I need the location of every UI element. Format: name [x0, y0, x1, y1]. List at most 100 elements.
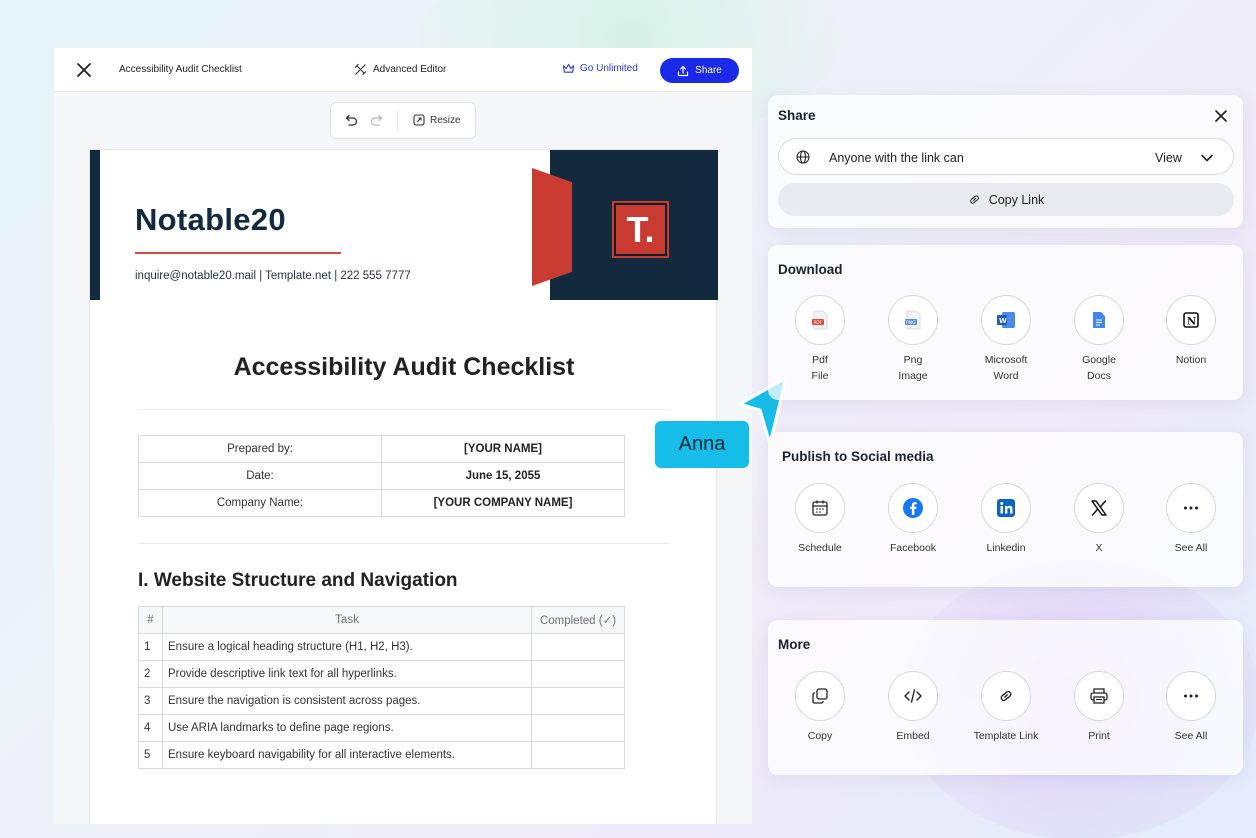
download-item-line1: Png [903, 354, 923, 366]
download-item-line1: Notion [1175, 354, 1207, 366]
social-panel: Publish to Social media Schedule Faceboo… [768, 432, 1243, 587]
undo-icon[interactable] [343, 113, 359, 129]
editor-topbar: Accessibility Audit Checklist Advanced E… [54, 48, 752, 92]
chevron-down-icon [1201, 154, 1213, 162]
svg-text:PDF: PDF [814, 320, 823, 326]
schedule-button[interactable]: Schedule [775, 483, 865, 556]
more-horizontal-icon [1166, 483, 1216, 533]
download-item-line2: File [811, 370, 829, 382]
info-label: Prepared by: [138, 435, 382, 463]
social-item-label: Facebook [889, 542, 937, 554]
go-unlimited-button[interactable]: Go Unlimited [562, 63, 638, 74]
task-text: Ensure the navigation is consistent acro… [162, 687, 532, 715]
info-value: [YOUR NAME] [381, 435, 625, 463]
pdf-icon: PDF [795, 295, 845, 345]
print-button[interactable]: Print [1054, 671, 1144, 744]
brand-name: Notable20 [135, 202, 286, 237]
brand-underline [135, 252, 341, 254]
share-button-label: Share [695, 65, 722, 76]
brand-contact: inquire@notable20.mail | Template.net | … [135, 270, 411, 282]
download-item-label: Google Docs [1054, 352, 1144, 384]
copy-button[interactable]: Copy [775, 671, 865, 744]
png-icon: PNG [888, 295, 938, 345]
download-panel-title: Download [778, 262, 843, 277]
task-text: Ensure keyboard navigability for all int… [162, 741, 532, 769]
printer-icon [1074, 671, 1124, 721]
download-notion-button[interactable]: N Notion [1146, 295, 1236, 368]
task-header-number: # [138, 606, 163, 634]
social-item-label: See All [1174, 542, 1208, 554]
brand-logo: T. [612, 201, 669, 258]
download-item-line1: Google [1082, 354, 1116, 366]
link-icon [981, 671, 1031, 721]
resize-button[interactable]: Resize [413, 114, 461, 126]
close-icon[interactable] [1214, 109, 1228, 123]
advanced-editor-button[interactable]: Advanced Editor [354, 63, 446, 76]
logo-letter: T. [626, 208, 655, 250]
social-item-label: Schedule [798, 542, 842, 554]
section-title: I. Website Structure and Navigation [138, 570, 458, 591]
more-item-label: Copy [807, 730, 833, 742]
resize-label: Resize [430, 114, 461, 126]
collaborator-name-tag: Anna [655, 421, 749, 468]
info-label: Company Name: [138, 489, 382, 517]
linkedin-button[interactable]: Linkedin [961, 483, 1051, 556]
more-see-all-button[interactable]: See All [1146, 671, 1236, 744]
task-completed-cell[interactable] [531, 741, 625, 769]
task-number: 5 [138, 741, 163, 769]
social-item-label: Linkedin [986, 542, 1026, 554]
document-title: Accessibility Audit Checklist [119, 64, 242, 75]
crown-icon [562, 63, 575, 73]
document-page[interactable]: Notable20 inquire@notable20.mail | Templ… [89, 149, 718, 824]
more-panel: More Copy Embed Template Link Print See … [768, 620, 1243, 775]
task-number: 3 [138, 687, 163, 715]
embed-button[interactable]: Embed [868, 671, 958, 744]
download-item-line2: Docs [1087, 370, 1111, 382]
download-item-line1: Pdf [812, 354, 828, 366]
facebook-button[interactable]: Facebook [868, 483, 958, 556]
toolbar-divider [397, 111, 398, 131]
info-row: Company Name: [YOUR COMPANY NAME] [138, 489, 625, 517]
document-main-title: Accessibility Audit Checklist [233, 353, 575, 381]
task-text: Provide descriptive link text for all hy… [162, 660, 532, 688]
social-panel-title: Publish to Social media [782, 449, 934, 464]
info-table: Prepared by: [YOUR NAME] Date: June 15, … [138, 435, 625, 517]
share-panel-title: Share [778, 108, 816, 123]
download-item-label: Pdf File [775, 352, 865, 384]
task-completed-cell[interactable] [531, 660, 625, 688]
link-icon [969, 195, 979, 204]
divider [138, 543, 670, 544]
template-link-button[interactable]: Template Link [961, 671, 1051, 744]
download-png-button[interactable]: PNG Png Image [868, 295, 958, 384]
close-icon[interactable] [74, 60, 94, 80]
more-item-label: See All [1174, 730, 1208, 742]
word-icon: W [981, 295, 1031, 345]
task-header-completed: Completed (✓) [531, 606, 625, 634]
redo-icon[interactable] [369, 113, 385, 129]
social-see-all-button[interactable]: See All [1146, 483, 1236, 556]
download-word-button[interactable]: W Microsoft Word [961, 295, 1051, 384]
download-pdf-button[interactable]: PDF Pdf File [775, 295, 865, 384]
header-accent-bar [90, 150, 100, 300]
more-horizontal-icon [1166, 671, 1216, 721]
download-google-docs-button[interactable]: Google Docs [1054, 295, 1144, 384]
link-access-dropdown[interactable]: Anyone with the link can View [778, 138, 1234, 175]
task-completed-cell[interactable] [531, 687, 625, 715]
x-logo-icon [1074, 483, 1124, 533]
copy-icon [795, 671, 845, 721]
header-red-ribbon [532, 168, 572, 286]
task-completed-cell[interactable] [531, 633, 625, 661]
social-item-label: X [1095, 542, 1103, 554]
advanced-editor-label: Advanced Editor [373, 64, 447, 75]
copy-link-label: Copy Link [988, 192, 1045, 207]
notion-icon: N [1166, 295, 1216, 345]
task-completed-cell[interactable] [531, 714, 625, 742]
table-row: 3 Ensure the navigation is consistent ac… [138, 687, 625, 715]
share-button[interactable]: Share [660, 58, 739, 83]
x-button[interactable]: X [1054, 483, 1144, 556]
copy-link-button[interactable]: Copy Link [778, 183, 1234, 216]
facebook-icon [888, 483, 938, 533]
task-text: Ensure a logical heading structure (H1, … [162, 633, 532, 661]
table-row: 2 Provide descriptive link text for all … [138, 660, 625, 688]
table-row: 1 Ensure a logical heading structure (H1… [138, 633, 625, 661]
